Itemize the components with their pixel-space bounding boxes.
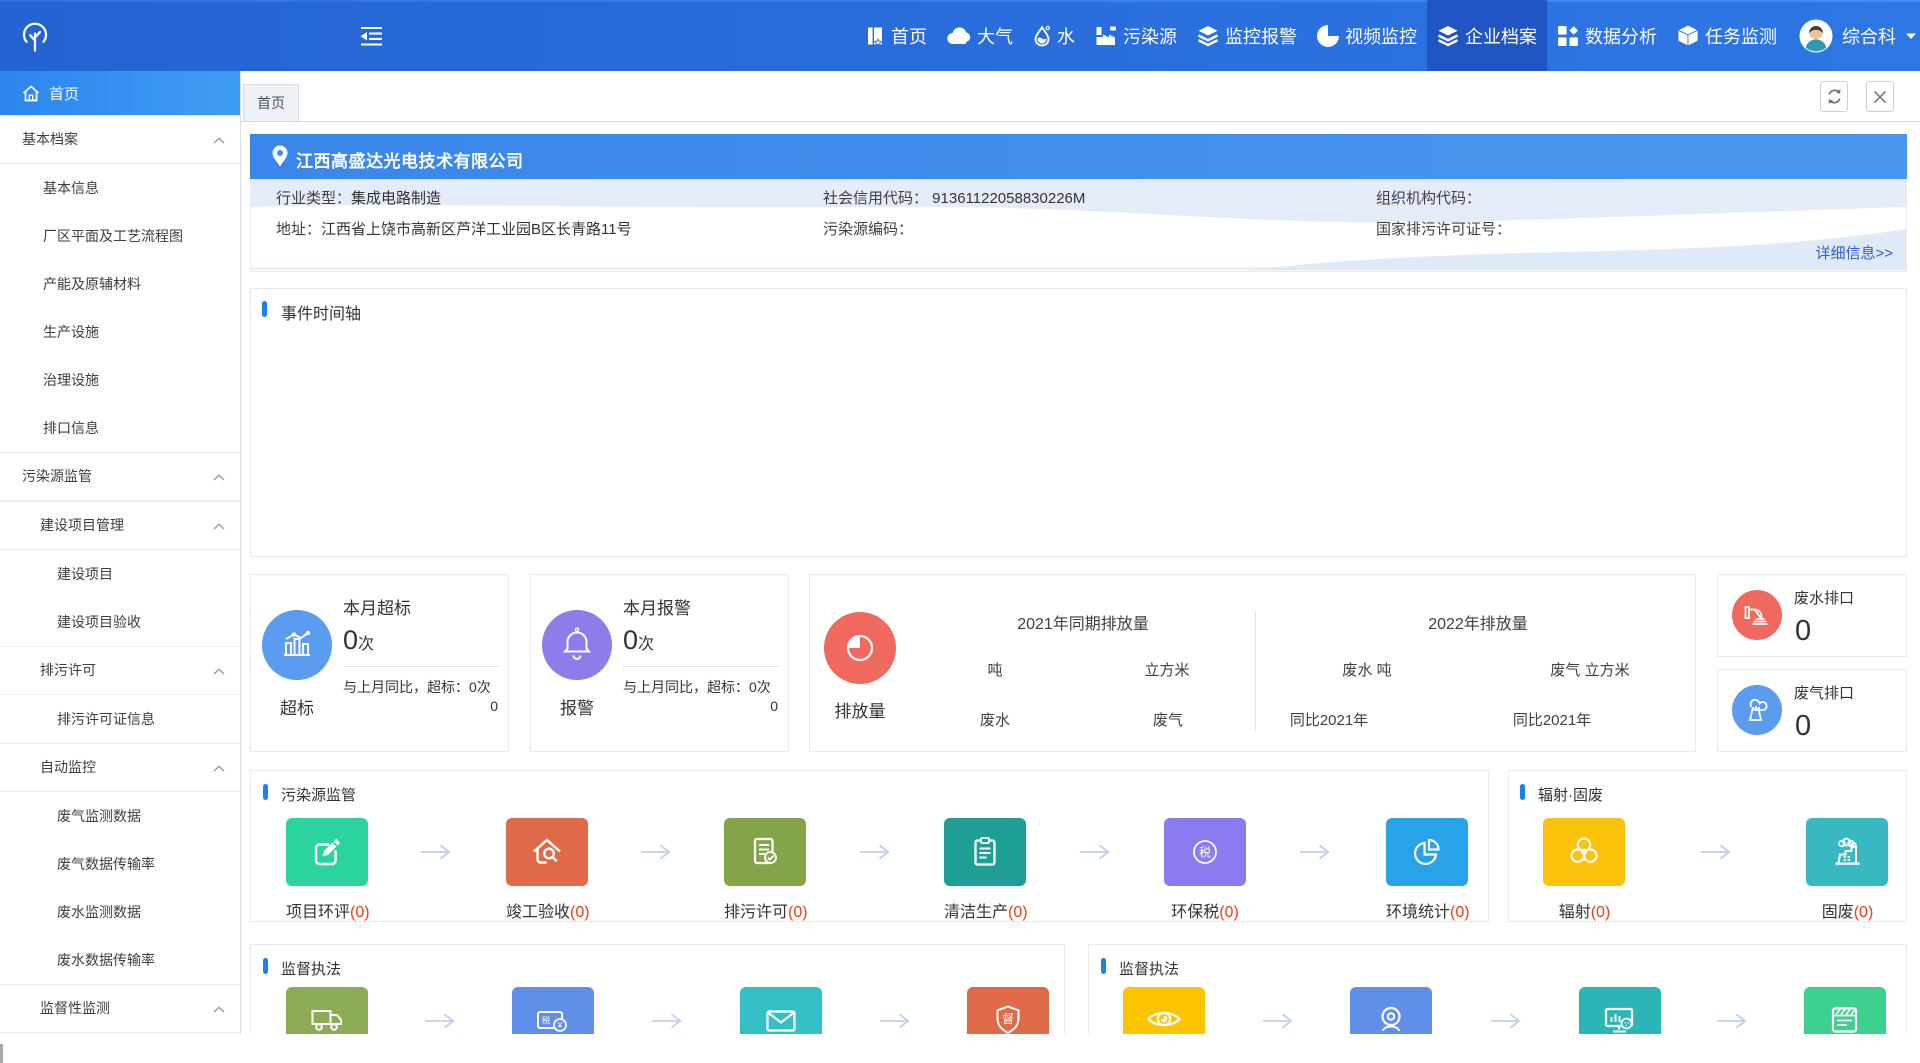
svg-text:督: 督 — [1002, 1011, 1014, 1026]
svg-text:税: 税 — [542, 1016, 551, 1026]
svg-text:¥: ¥ — [557, 1020, 563, 1030]
svg-text:税: 税 — [1199, 846, 1211, 860]
